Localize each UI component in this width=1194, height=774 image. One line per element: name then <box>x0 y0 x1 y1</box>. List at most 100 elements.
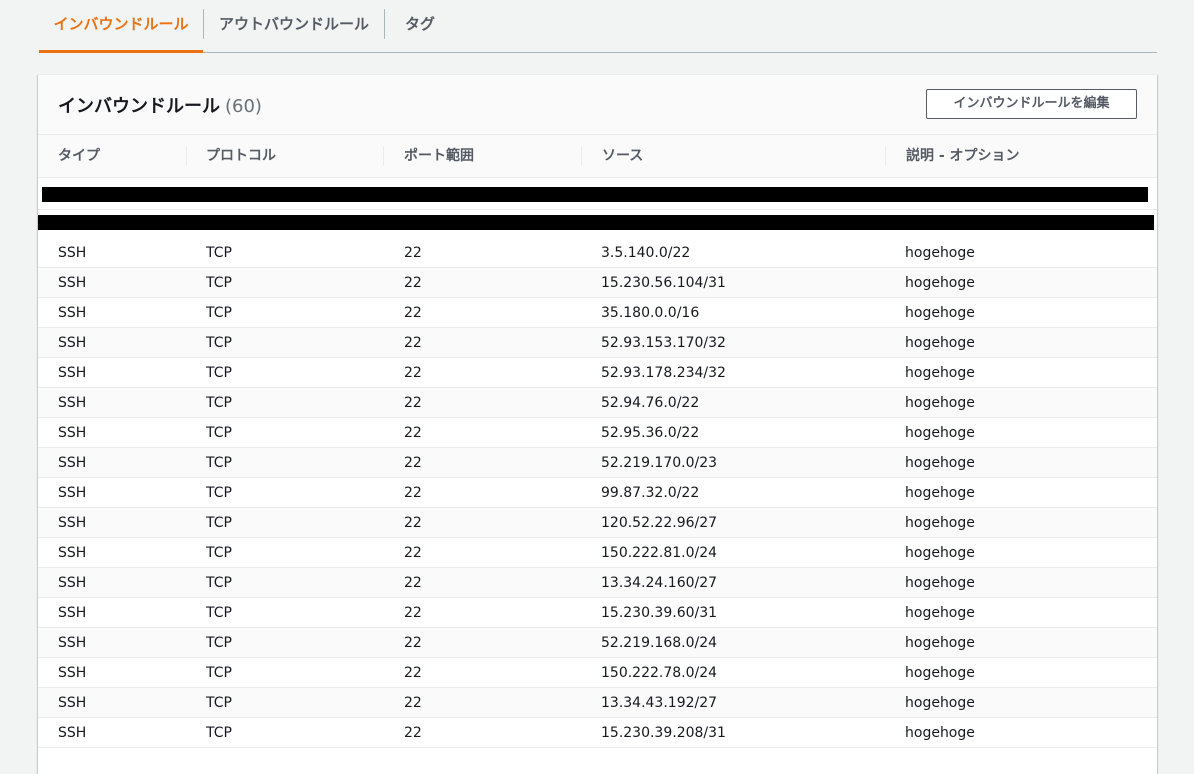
table-row: SSH TCP 22 15.230.56.104/31 hogehoge <box>38 268 1157 298</box>
port-range-cell: 22 <box>404 665 422 681</box>
type-cell: SSH <box>58 335 87 351</box>
description-cell: hogehoge <box>905 635 975 651</box>
description-cell: hogehoge <box>905 605 975 621</box>
protocol-cell: TCP <box>206 305 232 321</box>
table-row: SSH TCP 22 120.52.22.96/27 hogehoge <box>38 508 1157 538</box>
source-cell: 52.93.178.234/32 <box>601 365 726 381</box>
type-cell: SSH <box>58 245 87 261</box>
protocol-cell: TCP <box>206 365 232 381</box>
source-cell: 15.230.39.60/31 <box>601 605 718 621</box>
source-cell: 13.34.43.192/27 <box>601 695 718 711</box>
type-cell: SSH <box>58 455 87 471</box>
port-range-cell: 22 <box>404 485 422 501</box>
protocol-cell: TCP <box>206 635 232 651</box>
redaction-bar <box>42 187 1148 202</box>
description-cell: hogehoge <box>905 545 975 561</box>
table-row: SSH TCP 22 13.34.24.160/27 hogehoge <box>38 568 1157 598</box>
column-separator <box>581 146 582 166</box>
protocol-cell: TCP <box>206 545 232 561</box>
port-range-cell: 22 <box>404 245 422 261</box>
edit-inbound-rules-button[interactable]: インバウンドルールを編集 <box>926 89 1137 119</box>
port-range-cell: 22 <box>404 725 422 741</box>
type-cell: SSH <box>58 275 87 291</box>
column-header-protocol[interactable]: プロトコル <box>206 135 276 177</box>
column-header-type[interactable]: タイプ <box>58 135 100 177</box>
description-cell: hogehoge <box>905 275 975 291</box>
protocol-cell: TCP <box>206 275 232 291</box>
port-range-cell: 22 <box>404 515 422 531</box>
table-row: SSH TCP 22 52.95.36.0/22 hogehoge <box>38 418 1157 448</box>
port-range-cell: 22 <box>404 275 422 291</box>
description-cell: hogehoge <box>905 665 975 681</box>
panel-header: インバウンドルール (60) インバウンドルールを編集 <box>38 75 1157 135</box>
description-cell: hogehoge <box>905 335 975 351</box>
table-row: SSH TCP 22 15.230.39.208/31 hogehoge <box>38 718 1157 748</box>
type-cell: SSH <box>58 665 87 681</box>
tab-bar: インバウンドルール アウトバウンドルール タグ <box>39 0 1157 53</box>
inbound-rules-panel: インバウンドルール (60) インバウンドルールを編集 タイプ プロトコル ポート… <box>38 74 1157 774</box>
protocol-cell: TCP <box>206 485 232 501</box>
port-range-cell: 22 <box>404 575 422 591</box>
table-row: SSH TCP 22 99.87.32.0/22 hogehoge <box>38 478 1157 508</box>
panel-title: インバウンドルール (60) <box>58 92 262 118</box>
table-row: SSH TCP 22 52.219.168.0/24 hogehoge <box>38 628 1157 658</box>
protocol-cell: TCP <box>206 725 232 741</box>
table-header: タイプ プロトコル ポート範囲 ソース 説明 - オプション <box>38 135 1157 178</box>
type-cell: SSH <box>58 305 87 321</box>
description-cell: hogehoge <box>905 305 975 321</box>
source-cell: 150.222.78.0/24 <box>601 665 718 681</box>
type-cell: SSH <box>58 695 87 711</box>
type-cell: SSH <box>58 365 87 381</box>
port-range-cell: 22 <box>404 695 422 711</box>
source-cell: 15.230.56.104/31 <box>601 275 726 291</box>
description-cell: hogehoge <box>905 725 975 741</box>
rule-count: (60) <box>225 96 262 117</box>
source-cell: 52.219.170.0/23 <box>601 455 718 471</box>
port-range-cell: 22 <box>404 395 422 411</box>
source-cell: 52.95.36.0/22 <box>601 425 700 441</box>
table-row: SSH TCP 22 15.230.39.60/31 hogehoge <box>38 598 1157 628</box>
type-cell: SSH <box>58 395 87 411</box>
protocol-cell: TCP <box>206 425 232 441</box>
port-range-cell: 22 <box>404 455 422 471</box>
table-row: SSH TCP 22 52.93.153.170/32 hogehoge <box>38 328 1157 358</box>
column-separator <box>885 146 886 166</box>
table-row: SSH TCP 22 52.219.170.0/23 hogehoge <box>38 448 1157 478</box>
description-cell: hogehoge <box>905 575 975 591</box>
port-range-cell: 22 <box>404 635 422 651</box>
type-cell: SSH <box>58 545 87 561</box>
description-cell: hogehoge <box>905 515 975 531</box>
table-row: SSH TCP 22 150.222.78.0/24 hogehoge <box>38 658 1157 688</box>
description-cell: hogehoge <box>905 695 975 711</box>
port-range-cell: 22 <box>404 335 422 351</box>
protocol-cell: TCP <box>206 245 232 261</box>
table-row: SSH TCP 22 13.34.43.192/27 hogehoge <box>38 688 1157 718</box>
column-separator <box>186 146 187 166</box>
type-cell: SSH <box>58 725 87 741</box>
table-row: SSH TCP 22 52.94.76.0/22 hogehoge <box>38 388 1157 418</box>
type-cell: SSH <box>58 635 87 651</box>
protocol-cell: TCP <box>206 665 232 681</box>
source-cell: 3.5.140.0/22 <box>601 245 691 261</box>
column-header-port-range[interactable]: ポート範囲 <box>404 135 474 177</box>
tab-inbound-rules[interactable]: インバウンドルール <box>39 0 203 53</box>
protocol-cell: TCP <box>206 395 232 411</box>
type-cell: SSH <box>58 425 87 441</box>
tab-tags[interactable]: タグ <box>385 0 455 52</box>
protocol-cell: TCP <box>206 455 232 471</box>
tab-outbound-rules[interactable]: アウトバウンドルール <box>204 0 384 52</box>
source-cell: 35.180.0.0/16 <box>601 305 700 321</box>
source-cell: 99.87.32.0/22 <box>601 485 700 501</box>
port-range-cell: 22 <box>404 605 422 621</box>
protocol-cell: TCP <box>206 695 232 711</box>
source-cell: 120.52.22.96/27 <box>601 515 718 531</box>
protocol-cell: TCP <box>206 515 232 531</box>
protocol-cell: TCP <box>206 575 232 591</box>
port-range-cell: 22 <box>404 305 422 321</box>
column-header-source[interactable]: ソース <box>602 135 643 177</box>
table-row: SSH TCP 22 52.93.178.234/32 hogehoge <box>38 358 1157 388</box>
description-cell: hogehoge <box>905 485 975 501</box>
column-header-description[interactable]: 説明 - オプション <box>906 135 1020 177</box>
protocol-cell: TCP <box>206 605 232 621</box>
port-range-cell: 22 <box>404 425 422 441</box>
